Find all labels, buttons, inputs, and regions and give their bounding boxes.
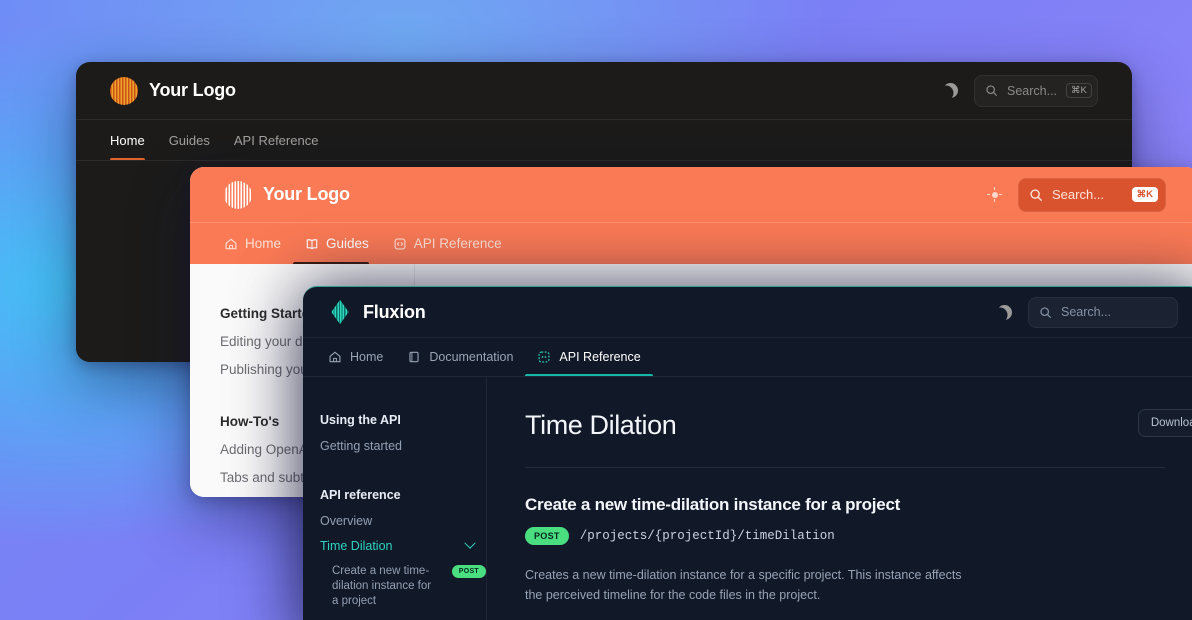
home-icon (329, 351, 341, 363)
book-icon (409, 351, 419, 363)
front-nav-documentation-label: Documentation (429, 350, 514, 364)
title-divider (525, 467, 1165, 468)
back-nav-api-reference-label: API Reference (233, 132, 319, 148)
mid-topbar-right: Search... ⌘K (987, 177, 1166, 212)
sun-icon[interactable] (987, 187, 1002, 202)
method-badge-post: POST (525, 527, 569, 545)
front-sidebar-group1-title: Using the API (320, 413, 401, 427)
mid-nav-home-label: Home (245, 236, 282, 251)
back-nav-api-reference[interactable]: API Reference (222, 120, 331, 160)
endpoint-description: Creates a new time-dilation instance for… (525, 568, 962, 603)
screenshot-stage: Your Logo Search... ⌘K Home Guides API R… (0, 0, 1192, 620)
code-brackets-icon (394, 238, 406, 249)
back-search-shortcut: ⌘K (1066, 82, 1092, 99)
teal-diamond-logo-icon (331, 300, 349, 324)
code-brackets-icon (538, 351, 550, 363)
mid-brand-name: Your Logo (263, 184, 350, 204)
mid-search-input[interactable]: Search... ⌘K (1018, 177, 1166, 212)
moon-icon[interactable] (997, 305, 1012, 320)
back-topbar-right: Search... ⌘K (943, 74, 1098, 107)
front-sidebar-item-getting-started[interactable]: Getting started (320, 439, 486, 453)
chevron-down-icon[interactable] (464, 537, 476, 549)
endpoint-path: /projects/{projectId}/timeDilation (579, 528, 835, 543)
front-sidebar-item-time-dilation[interactable]: Time Dilation (320, 537, 486, 553)
mid-search-placeholder: Search... (1052, 187, 1105, 202)
front-sidebar-endpoint-create[interactable]: Create a new time-dilation instance for … (320, 564, 486, 610)
download-button[interactable]: Download (1137, 409, 1192, 437)
back-search-input[interactable]: Search... ⌘K (974, 74, 1098, 107)
back-topbar: Your Logo Search... ⌘K (76, 62, 1132, 120)
search-icon (1030, 188, 1042, 201)
back-search-placeholder: Search... (1007, 83, 1058, 98)
mid-nav-api-reference-label: API Reference (413, 236, 502, 251)
front-nav-home[interactable]: Home (328, 338, 395, 376)
front-sidebar-group2-title: API reference (320, 488, 401, 502)
back-navbar: Home Guides API Reference (76, 120, 1132, 161)
back-nav-guides[interactable]: Guides (157, 120, 222, 160)
endpoint-row: POST /projects/{projectId}/timeDilation (525, 526, 1165, 545)
front-topbar: Fluxion Search... (303, 287, 1192, 338)
back-nav-home-label: Home (110, 132, 145, 148)
front-sidebar: Using the API Getting started API refere… (303, 377, 487, 620)
mid-nav-api-reference[interactable]: API Reference (381, 223, 514, 264)
front-sidebar-item-overview[interactable]: Overview (320, 514, 486, 528)
search-icon (986, 85, 997, 96)
mid-topbar: Your Logo Search... ⌘K (190, 167, 1192, 223)
front-topbar-right: Search... (997, 296, 1178, 328)
window-front-fluxion[interactable]: Fluxion Search... Home Documentation API… (303, 286, 1192, 620)
page-title: Time Dilation (525, 410, 677, 440)
front-content: Using the API Getting started API refere… (303, 377, 1192, 620)
front-navbar: Home Documentation API Reference (303, 338, 1192, 377)
front-brand-name: Fluxion (363, 301, 426, 322)
back-nav-guides-label: Guides (168, 132, 210, 148)
front-nav-api-reference[interactable]: API Reference (525, 338, 654, 376)
front-nav-home-label: Home (350, 350, 384, 364)
mid-nav-guides[interactable]: Guides (293, 223, 381, 264)
moon-icon[interactable] (943, 83, 958, 98)
mid-search-shortcut: ⌘K (1131, 186, 1158, 203)
front-sidebar-endpoint-create-label: Create a new time-dilation instance for … (332, 565, 432, 608)
home-icon (225, 238, 237, 249)
back-brand[interactable]: Your Logo (110, 76, 236, 105)
back-brand-name: Your Logo (149, 80, 236, 100)
mid-nav-guides-label: Guides (326, 236, 369, 251)
mid-brand[interactable]: Your Logo (224, 180, 350, 209)
front-sidebar-time-dilation-label: Time Dilation (320, 539, 393, 553)
search-icon (1040, 306, 1051, 318)
front-sidebar-spacer (320, 464, 486, 488)
front-brand[interactable]: Fluxion (328, 300, 426, 324)
front-main: Time Dilation Download Create a new time… (487, 377, 1192, 620)
striped-circle-logo-icon (224, 180, 252, 209)
striped-circle-logo-icon (110, 76, 138, 105)
mid-nav-home[interactable]: Home (224, 223, 293, 264)
mid-navbar: Home Guides API Reference (190, 223, 1192, 264)
front-nav-api-reference-label: API Reference (559, 350, 641, 364)
front-search-input[interactable]: Search... (1028, 296, 1178, 328)
book-icon (306, 238, 318, 249)
section-title: Create a new time-dilation instance for … (525, 495, 901, 514)
front-nav-documentation[interactable]: Documentation (395, 338, 525, 376)
front-search-placeholder: Search... (1061, 305, 1112, 319)
back-nav-home[interactable]: Home (110, 120, 157, 160)
method-badge-post: POST (451, 565, 486, 578)
